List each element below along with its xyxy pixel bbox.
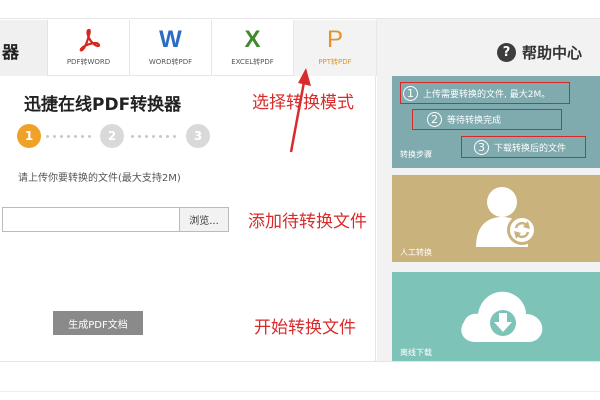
step-indicator-2: 2 — [100, 124, 124, 148]
user-refresh-icon — [476, 187, 537, 247]
word-icon: W — [159, 26, 182, 53]
help-step-2: 2 等待转换完成 — [412, 109, 562, 130]
annotation-arrow-icon — [289, 68, 311, 153]
card-label: 离线下载 — [400, 348, 432, 357]
tab-label: WORD转PDF — [148, 58, 193, 66]
annotation-start-convert: 开始转换文件 — [254, 318, 356, 338]
card-label: 转换步骤 — [400, 150, 432, 159]
excel-icon: X — [244, 26, 261, 53]
browse-button[interactable]: 浏览... — [179, 207, 229, 232]
annotation-add-file: 添加待转换文件 — [248, 212, 367, 232]
step-number: 3 — [474, 139, 489, 155]
help-center-header: ? 帮助中心 — [497, 42, 582, 63]
footer-divider — [0, 391, 600, 392]
step-indicator-1: 1 — [17, 124, 41, 148]
acrobat-icon — [48, 28, 129, 52]
tab-label: EXCEL转PDF — [231, 58, 274, 66]
manual-conversion-card[interactable]: 人工转换 — [392, 175, 600, 262]
step-text: 等待转换完成 — [447, 116, 502, 126]
conversion-steps-card[interactable]: 1 上传需要转换的文件, 最大2M。 2 等待转换完成 3 下载转换后的文件 转… — [392, 76, 600, 168]
offline-download-card[interactable]: 离线下载 — [392, 272, 600, 361]
step-text: 下载转换后的文件 — [494, 143, 567, 154]
step-number: 1 — [403, 85, 418, 101]
generate-pdf-button[interactable]: 生成PDF文档 — [53, 311, 143, 335]
tab-label: PDF转WORD — [66, 58, 111, 66]
card-label: 人工转换 — [400, 248, 432, 257]
page: 器 PDF转WORD W WORD转PDF X EXCEL转PDF P PPT转… — [0, 0, 600, 400]
page-title: 迅捷在线PDF转换器 — [24, 95, 182, 115]
step-text: 上传需要转换的文件, 最大2M。 — [423, 89, 551, 100]
step-number: 2 — [427, 112, 442, 127]
bottom-divider — [0, 361, 600, 362]
tab-pdf-to-word[interactable]: PDF转WORD — [48, 20, 130, 76]
tab-excel-to-pdf[interactable]: X EXCEL转PDF — [212, 20, 294, 76]
help-step-1: 1 上传需要转换的文件, 最大2M。 — [400, 82, 570, 104]
upload-hint: 请上传你要转换的文件(最大支持2M) — [18, 173, 181, 184]
tab-word-to-pdf[interactable]: W WORD转PDF — [130, 20, 212, 76]
step-connector — [131, 135, 176, 138]
brand-logo: 器 — [0, 20, 48, 76]
cloud-download-icon — [461, 291, 543, 342]
help-center-title: 帮助中心 — [522, 44, 583, 62]
powerpoint-icon: P — [326, 26, 343, 53]
step-connector — [46, 135, 91, 138]
help-step-3: 3 下载转换后的文件 — [461, 136, 586, 158]
step-indicator-3: 3 — [186, 124, 210, 148]
question-icon: ? — [497, 43, 516, 62]
file-path-input[interactable] — [2, 207, 180, 232]
brand-text: 器 — [2, 43, 19, 63]
